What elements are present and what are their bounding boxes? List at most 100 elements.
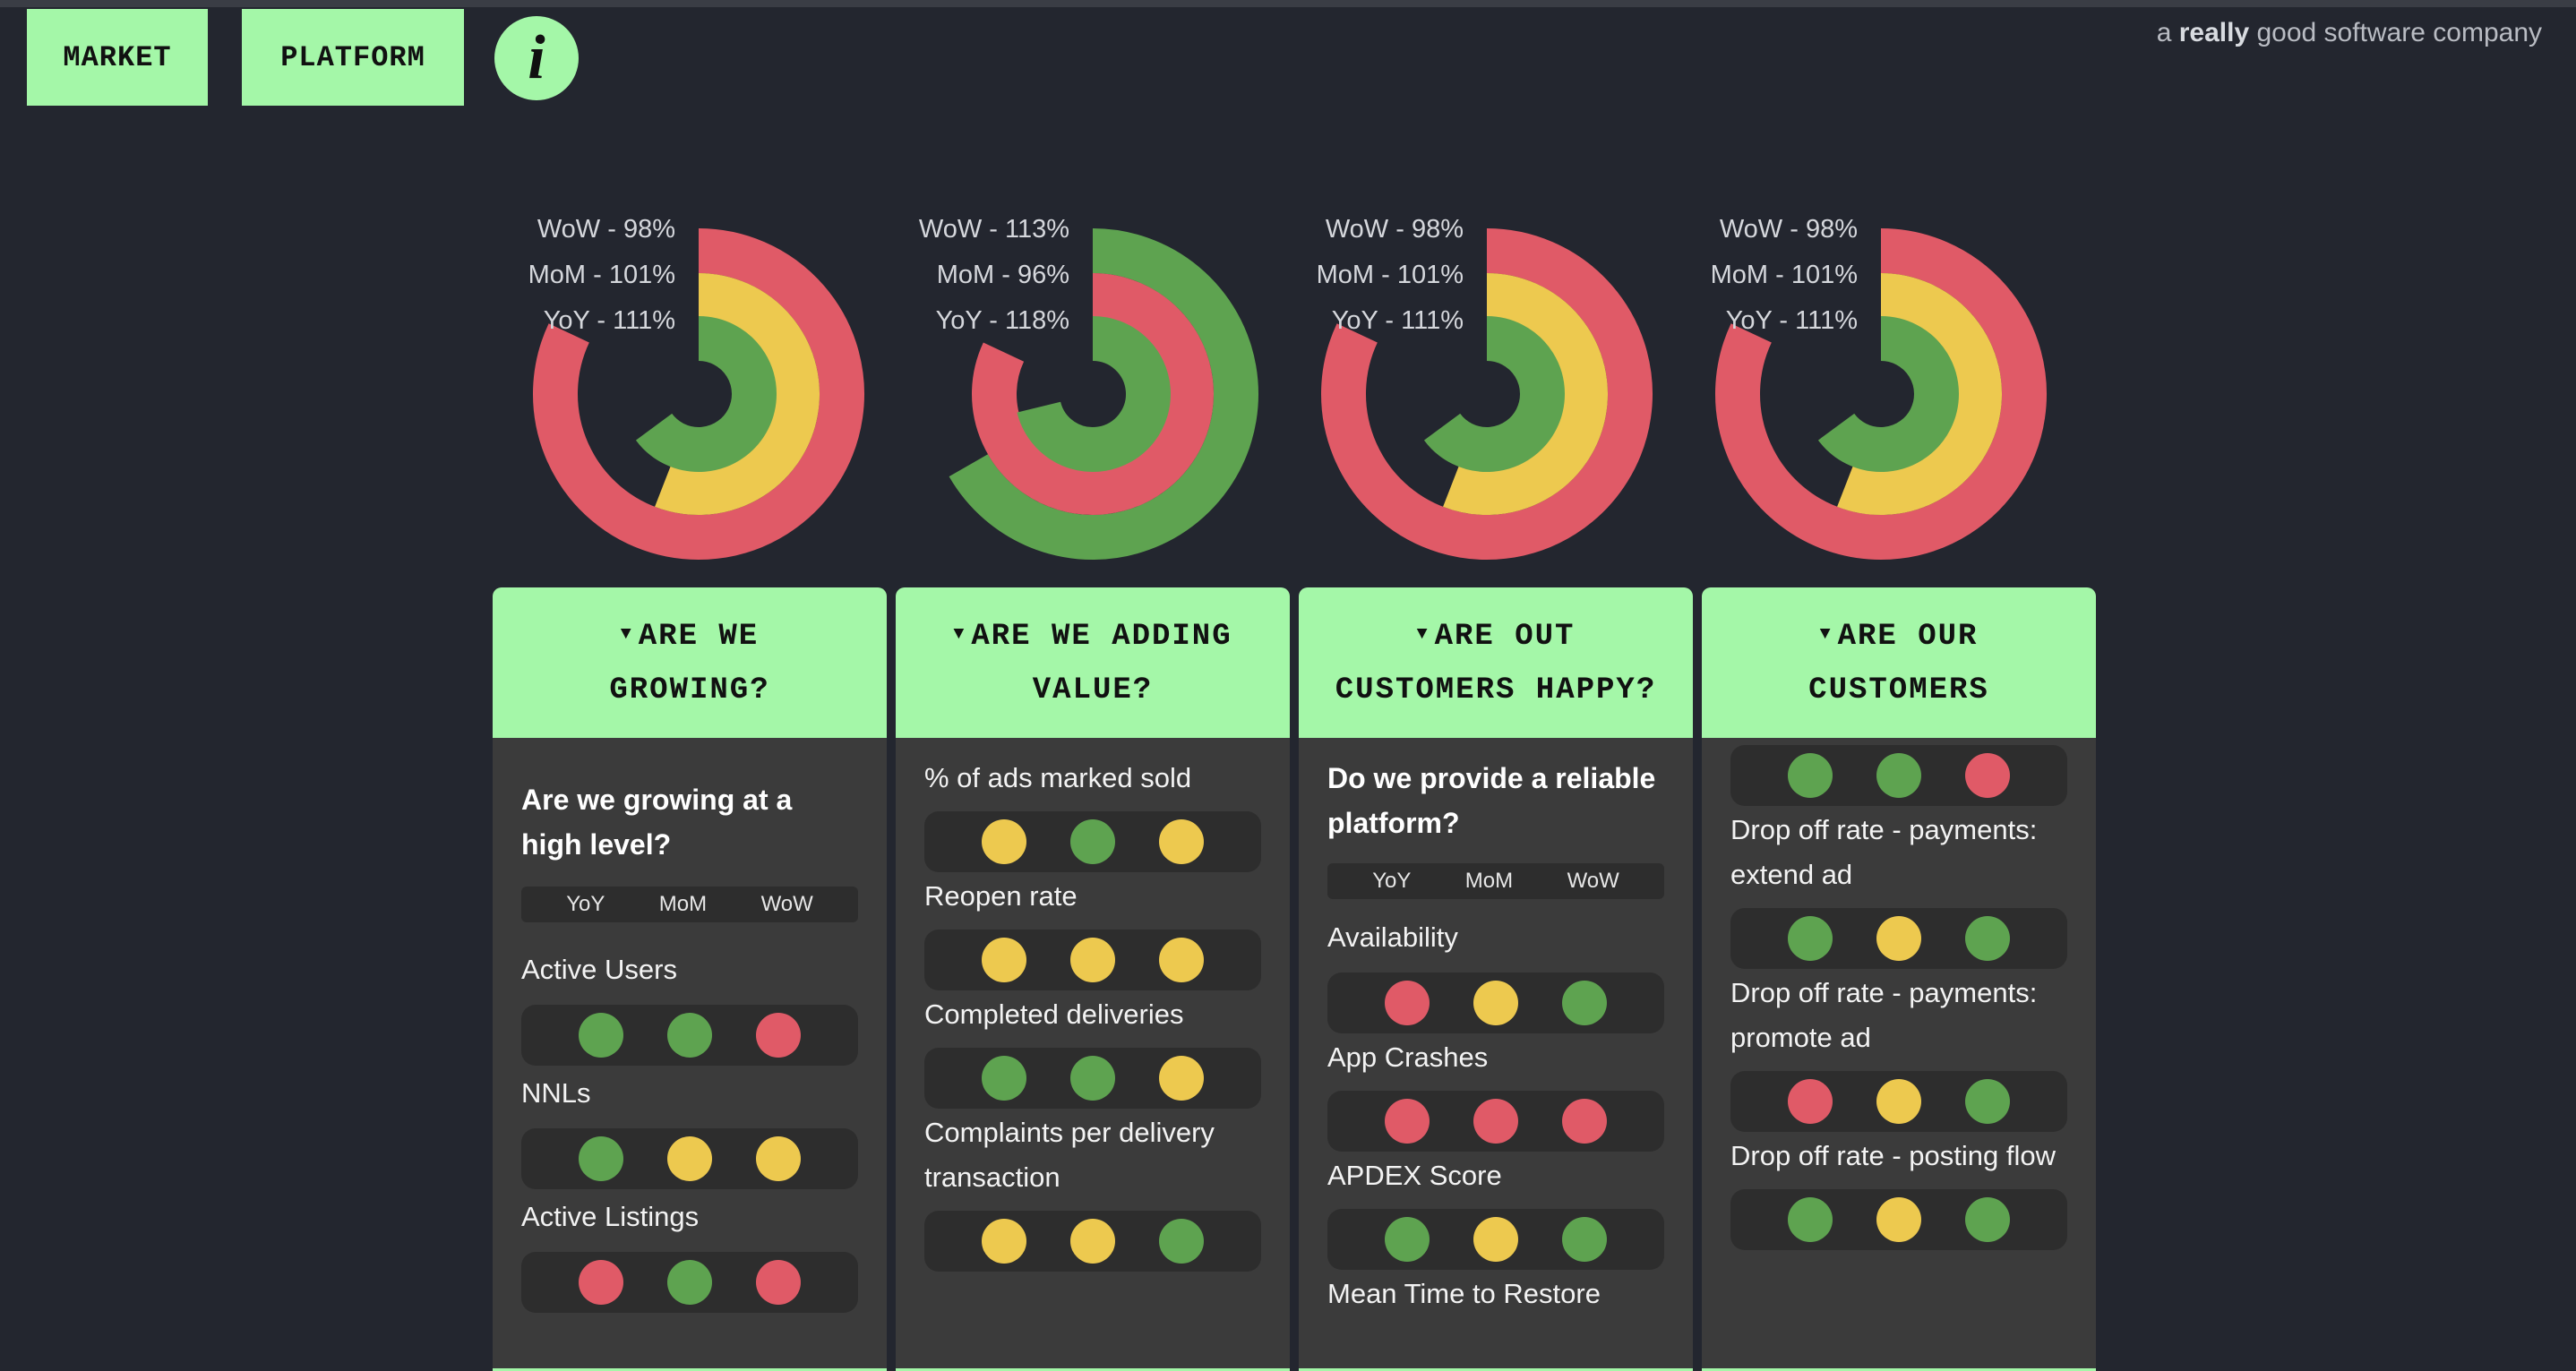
card-header[interactable]: ▼ ARE OUT CUSTOMERS HAPPY? [1299, 587, 1693, 738]
card-header-line: CUSTOMERS HAPPY? [1335, 673, 1657, 707]
card-growing: ▼ ARE WE GROWING? Are we growing at a high… [493, 587, 887, 1371]
caret-down-icon: ▼ [953, 624, 966, 645]
card-adding-value: ▼ ARE WE ADDING VALUE? % of ads marked sol… [896, 587, 1290, 1371]
radial-label-prefix: WoW - [1719, 215, 1806, 244]
status-dot-yellow [982, 819, 1027, 864]
platform-button[interactable]: PLATFORM [242, 9, 464, 106]
status-dots [1730, 1189, 2067, 1250]
radial-label-value: 111% [1795, 306, 1858, 335]
metric-label: Mean Time to Restore [1327, 1278, 1601, 1309]
status-dot-red [579, 1260, 624, 1305]
card-header-line: ARE WE ADDING [971, 620, 1232, 654]
status-dot-green [1788, 1197, 1833, 1242]
card-header[interactable]: ▼ ARE OUR CUSTOMERS [1702, 587, 2096, 738]
metric-label: NNLs [521, 1077, 591, 1109]
status-dot-red [755, 1260, 801, 1305]
metric-label: Drop off rate - posting flow [1730, 1140, 2056, 1171]
metric-label: Active Listings [521, 1201, 700, 1232]
question-title: Are we growing at a high level? [521, 784, 793, 861]
card-header[interactable]: ▼ ARE WE GROWING? [493, 587, 887, 738]
card-our-customers: ▼ ARE OUR CUSTOMERS Drop off rate - paymen… [1702, 587, 2096, 1371]
metric-label: Reopen rate [924, 880, 1078, 912]
status-dot-red [1788, 1079, 1833, 1124]
status-dot-yellow [982, 1219, 1027, 1264]
radial-label-value: 98% [1805, 215, 1858, 244]
status-dot-yellow [1876, 1079, 1921, 1124]
status-dot-red [1964, 753, 2010, 798]
status-dot-yellow [1158, 1056, 1204, 1101]
caret-down-icon: ▼ [1819, 624, 1833, 645]
status-dots [924, 930, 1261, 990]
tagline: a really good software company [2157, 18, 2542, 48]
status-dots [521, 1005, 858, 1066]
legend-label: MoM [658, 892, 708, 916]
radial-label: WoW - 98% [1720, 215, 1858, 244]
status-dot-red [755, 1013, 801, 1058]
card-header-line: GROWING? [609, 673, 770, 707]
status-dots [1730, 908, 2067, 969]
caret-down-icon: ▼ [620, 624, 633, 645]
metric-label: App Crashes [1327, 1041, 1489, 1073]
status-dot-yellow [755, 1136, 801, 1181]
status-dot-green [1158, 1219, 1204, 1264]
status-dots [924, 1048, 1261, 1109]
status-dot-yellow [1473, 1217, 1518, 1262]
market-button[interactable]: MARKET [27, 9, 208, 106]
status-dot-green [1385, 1217, 1430, 1262]
status-dot-green [1964, 1079, 2010, 1124]
tagline-emphasis: really [2178, 18, 2250, 47]
metric-label: Availability [1327, 921, 1458, 953]
status-dots [1327, 973, 1664, 1033]
legend-label: MoM [1464, 869, 1514, 893]
period-legend: YoY MoM WoW [1327, 863, 1664, 899]
metric-label: % of ads marked sold [924, 762, 1192, 793]
status-dot-green [1964, 916, 2010, 961]
status-dot-green [1788, 916, 1833, 961]
card-header[interactable]: ▼ ARE WE ADDING VALUE? [896, 587, 1290, 738]
status-dots [1730, 745, 2067, 806]
status-dots [1730, 1071, 2067, 1132]
status-dot-yellow [982, 938, 1027, 982]
status-dot-green [579, 1013, 624, 1058]
status-dot-green [1069, 819, 1115, 864]
card-header-line: ARE WE [638, 620, 760, 654]
status-dot-red [1385, 981, 1430, 1025]
tagline-prefix: a [2156, 18, 2172, 47]
status-dot-green [579, 1136, 624, 1181]
tagline-suffix: good software company [2256, 18, 2542, 47]
legend-label: WoW [1567, 869, 1619, 893]
radial-label-prefix: YoY - [1725, 306, 1796, 335]
period-legend: YoY MoM WoW [521, 887, 858, 922]
radial-label: MoM - 101% [1711, 261, 1858, 290]
card-header-line: ARE OUT [1434, 620, 1576, 654]
legend-label: YoY [1372, 869, 1412, 893]
status-dot-yellow [1158, 938, 1204, 982]
metric-label: APDEX Score [1327, 1160, 1502, 1191]
status-dot-yellow [1069, 938, 1115, 982]
metric-label: Active Users [521, 954, 677, 985]
radial-label-value: 101% [1790, 261, 1858, 289]
card-header-line: CUSTOMERS [1808, 673, 1989, 707]
status-dot-red [1385, 1099, 1430, 1144]
status-dots [1327, 1209, 1664, 1270]
status-dots [521, 1128, 858, 1189]
radial-label: YoY - 111% [1726, 306, 1858, 336]
status-dot-yellow [1876, 916, 1921, 961]
status-dots [924, 1211, 1261, 1272]
metric-label: Completed deliveries [924, 998, 1184, 1030]
caret-down-icon: ▼ [1416, 624, 1430, 645]
status-dot-green [1561, 1217, 1607, 1262]
status-dot-yellow [1473, 981, 1518, 1025]
status-dot-yellow [1158, 819, 1204, 864]
info-icon[interactable]: i [494, 16, 579, 100]
status-dot-red [1561, 1099, 1607, 1144]
question-title: Do we provide a reliable platform? [1327, 762, 1656, 839]
status-dot-green [1876, 753, 1921, 798]
status-dot-green [666, 1013, 712, 1058]
status-dot-green [1964, 1197, 2010, 1242]
status-dot-green [666, 1260, 712, 1305]
status-dot-red [1473, 1099, 1518, 1144]
status-dot-yellow [666, 1136, 712, 1181]
status-dot-green [1069, 1056, 1115, 1101]
card-header-line: VALUE? [1032, 673, 1154, 707]
